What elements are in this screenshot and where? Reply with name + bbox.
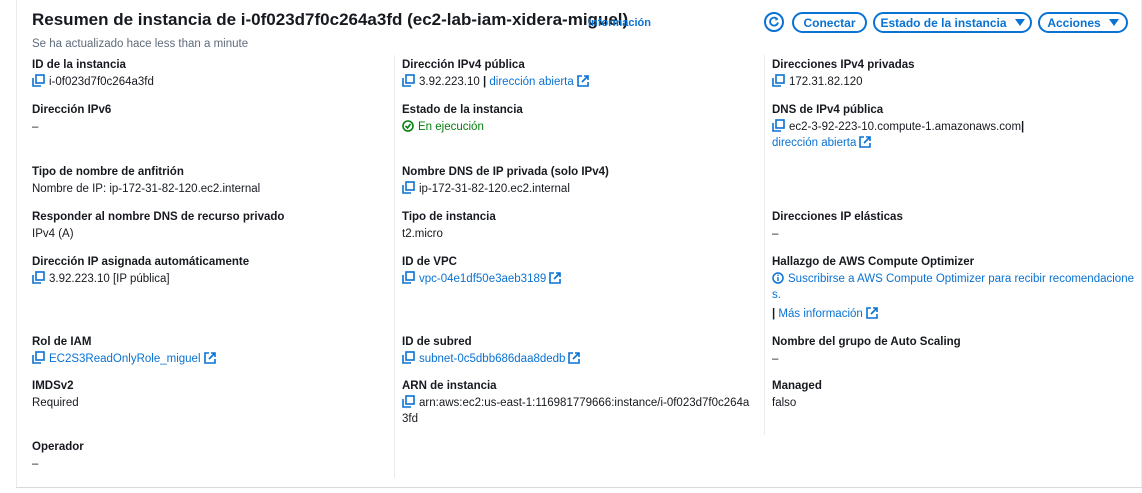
private-ipv4-value: 172.31.82.120: [772, 74, 863, 90]
external-link-icon[interactable]: [865, 307, 878, 319]
instance-state-value: En ejecución: [402, 119, 484, 135]
instance-id-value: i-0f023d7f0c264a3fd: [32, 74, 154, 90]
iam-role-value: EC2S3ReadOnlyRole_miguel: [32, 351, 216, 367]
instance-id-label: ID de la instancia: [32, 59, 126, 71]
iam-role-label: Rol de IAM: [32, 336, 92, 348]
copy-icon[interactable]: [772, 119, 785, 132]
panel-bottom-border: [16, 487, 1142, 488]
refresh-icon: [769, 16, 779, 27]
instance-type-label: Tipo de instancia: [402, 211, 496, 223]
managed-label: Managed: [772, 380, 822, 392]
copy-icon[interactable]: [772, 74, 785, 87]
arn-value: arn:aws:ec2:us-east-1:116981779666:insta…: [402, 395, 749, 427]
arn-text-line2: 3fd: [402, 413, 418, 425]
actions-button[interactable]: Acciones: [1038, 12, 1128, 33]
instance-type-value: t2.micro: [402, 228, 443, 240]
separator: |: [772, 308, 776, 320]
copy-icon[interactable]: [402, 351, 415, 364]
connect-label: Conectar: [803, 15, 856, 30]
ipv6-label: Dirección IPv6: [32, 104, 112, 116]
external-link-icon[interactable]: [576, 75, 589, 87]
copy-icon[interactable]: [402, 74, 415, 87]
instance-state-label: Estado de la instancia: [880, 15, 1007, 30]
subnet-label: ID de subred: [402, 336, 472, 348]
imdsv2-value: Required: [32, 397, 79, 409]
caret-down-icon: [1108, 19, 1119, 26]
private-ipv4-label: Direcciones IPv4 privadas: [772, 59, 915, 71]
vpc-value: vpc-04e1df50e3aeb3189: [402, 271, 562, 287]
instance-id-text: i-0f023d7f0c264a3fd: [49, 76, 154, 88]
actions-label: Acciones: [1047, 15, 1101, 30]
copy-icon[interactable]: [32, 74, 45, 87]
copy-icon[interactable]: [402, 271, 415, 284]
imdsv2-label: IMDSv2: [32, 380, 74, 392]
page-title: Resumen de instancia de i-0f023d7f0c264a…: [32, 10, 629, 29]
caret-down-icon: [1014, 19, 1025, 26]
public-dns-label: DNS de IPv4 pública: [772, 104, 884, 116]
auto-ip-text: 3.92.223.10 [IP pública]: [49, 273, 170, 285]
operator-value: –: [32, 458, 39, 470]
auto-ip-label: Dirección IP asignada automáticamente: [32, 256, 250, 268]
more-info-link[interactable]: Más información: [778, 308, 862, 320]
asg-value: –: [772, 353, 779, 365]
last-updated-text: Se ha actualizado hace less than a minut…: [32, 38, 249, 50]
copy-icon[interactable]: [32, 271, 45, 284]
auto-ip-value: 3.92.223.10 [IP pública]: [32, 271, 170, 287]
subnet-link[interactable]: subnet-0c5dbb686daa8dedb: [419, 353, 565, 365]
public-ipv4-label: Dirección IPv4 pública: [402, 59, 525, 71]
instance-state-text: En ejecución: [418, 121, 484, 133]
private-ipv4-text: 172.31.82.120: [789, 76, 863, 88]
ipv6-value: –: [32, 121, 39, 133]
resource-dns-value: IPv4 (A): [32, 228, 74, 240]
private-dns-value: ip-172-31-82-120.ec2.internal: [402, 181, 570, 197]
copy-icon[interactable]: [402, 181, 415, 194]
external-link-icon[interactable]: [549, 272, 562, 284]
public-dns-open-link[interactable]: dirección abierta: [772, 137, 856, 149]
column-divider: [394, 55, 395, 478]
public-dns-value: ec2-3-92-223-10.compute-1.amazonaws.com|…: [772, 119, 1024, 151]
instance-state-field-label: Estado de la instancia: [402, 104, 523, 116]
public-ipv4-text: 3.92.223.10: [419, 76, 480, 88]
refresh-button[interactable]: [764, 12, 784, 32]
elastic-ip-value: –: [772, 228, 779, 240]
hostname-type-label: Tipo de nombre de anfitrión: [32, 166, 184, 178]
info-link[interactable]: Información: [588, 17, 651, 29]
asg-label: Nombre del grupo de Auto Scaling: [772, 336, 961, 348]
public-ipv4-open-link[interactable]: dirección abierta: [489, 76, 573, 88]
optimizer-value: Suscribirse a AWS Compute Optimizer para…: [772, 271, 1134, 303]
iam-role-link[interactable]: EC2S3ReadOnlyRole_miguel: [49, 353, 201, 365]
public-ipv4-value: 3.92.223.10 | dirección abierta: [402, 74, 589, 90]
resource-dns-label: Responder al nombre DNS de recurso priva…: [32, 211, 285, 223]
connect-button[interactable]: Conectar: [792, 12, 867, 33]
external-link-icon[interactable]: [568, 352, 581, 364]
external-link-icon[interactable]: [859, 136, 872, 148]
column-divider: [764, 55, 765, 435]
separator: |: [1021, 121, 1025, 133]
private-dns-text: ip-172-31-82-120.ec2.internal: [419, 183, 570, 195]
subnet-value: subnet-0c5dbb686daa8dedb: [402, 351, 581, 367]
arn-text-line1: arn:aws:ec2:us-east-1:116981779666:insta…: [419, 397, 750, 409]
vpc-link[interactable]: vpc-04e1df50e3aeb3189: [419, 273, 546, 285]
separator: |: [482, 76, 487, 88]
public-dns-text: ec2-3-92-223-10.compute-1.amazonaws.com: [789, 121, 1022, 133]
operator-label: Operador: [32, 441, 84, 453]
optimizer-label: Hallazgo de AWS Compute Optimizer: [772, 256, 975, 268]
external-link-icon[interactable]: [203, 352, 216, 364]
info-circle-icon: [772, 272, 784, 284]
managed-value: falso: [772, 397, 797, 409]
optimizer-more-info: | Más información: [772, 306, 878, 322]
hostname-type-value: Nombre de IP: ip-172-31-82-120.ec2.inter…: [32, 183, 261, 195]
optimizer-subscribe-link[interactable]: Suscribirse a AWS Compute Optimizer para…: [788, 273, 1134, 285]
arn-label: ARN de instancia: [402, 380, 497, 392]
vpc-label: ID de VPC: [402, 256, 457, 268]
copy-icon[interactable]: [32, 351, 45, 364]
copy-icon[interactable]: [402, 395, 415, 408]
check-circle-icon: [402, 120, 414, 132]
elastic-ip-label: Direcciones IP elásticas: [772, 211, 903, 223]
optimizer-subscribe-link-cont[interactable]: s.: [772, 289, 781, 301]
instance-state-button[interactable]: Estado de la instancia: [873, 12, 1032, 33]
private-dns-label: Nombre DNS de IP privada (solo IPv4): [402, 166, 609, 178]
